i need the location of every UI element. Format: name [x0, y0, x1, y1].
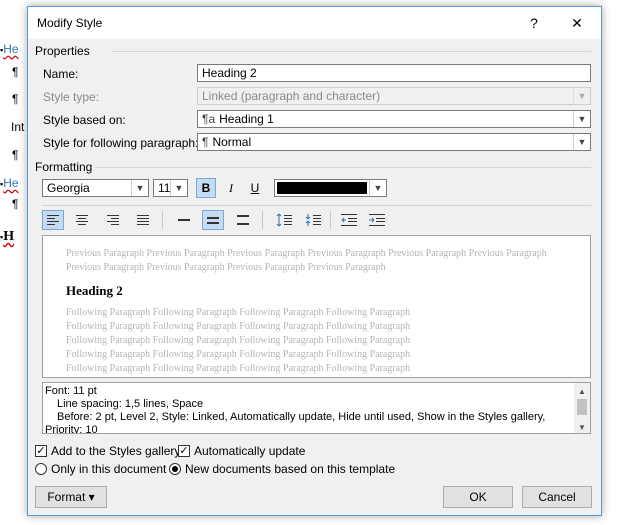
close-button[interactable]: ✕	[557, 7, 597, 39]
align-right-icon[interactable]	[102, 210, 124, 230]
decrease-spacing-icon[interactable]	[302, 210, 324, 230]
justify-icon[interactable]	[132, 210, 154, 230]
following-paragraph-label: Style for following paragraph:	[43, 136, 199, 150]
help-button[interactable]: ?	[514, 7, 554, 39]
style-description-text: Font: 11 pt Line spacing: 1,5 lines, Spa…	[45, 385, 546, 434]
doc-heading-line: ▪He	[0, 176, 19, 190]
dialog-title: Modify Style	[37, 16, 103, 30]
formatting-section-label: Formatting	[35, 160, 93, 174]
title-bar: Modify Style ? ✕	[28, 7, 601, 39]
chevron-down-icon[interactable]: ▼	[573, 134, 590, 150]
name-field[interactable]: Heading 2	[197, 64, 591, 82]
new-documents-radio[interactable]	[169, 463, 181, 475]
font-color-select[interactable]: ▼	[274, 179, 387, 197]
only-this-document-label: Only in this document	[51, 462, 167, 476]
checkmark-icon: ✓	[179, 445, 189, 457]
add-to-gallery-label: Add to the Styles gallery	[51, 444, 181, 458]
auto-update-label: Automatically update	[194, 444, 306, 458]
chevron-down-icon[interactable]: ▼	[170, 180, 187, 196]
properties-section-label: Properties	[35, 44, 90, 58]
preview-following-line: Following Paragraph Following Paragraph …	[66, 307, 411, 318]
style-preview-pane: Previous Paragraph Previous Paragraph Pr…	[42, 235, 591, 378]
formatting-divider	[95, 167, 591, 168]
style-based-on-select[interactable]: ¶a Heading 1 ▼	[197, 110, 591, 128]
scroll-down-icon[interactable]: ▼	[578, 421, 586, 433]
linked-style-icon: ¶a	[202, 112, 216, 126]
align-left-icon[interactable]	[42, 210, 64, 230]
one-half-spacing-icon[interactable]	[202, 210, 224, 230]
name-label: Name:	[43, 67, 79, 81]
doc-paragraph-mark: ¶	[12, 148, 19, 162]
increase-spacing-icon[interactable]	[273, 210, 295, 230]
preview-heading: Heading 2	[66, 283, 123, 298]
chevron-down-icon: ▼	[573, 88, 590, 104]
double-spacing-icon[interactable]	[232, 210, 254, 230]
align-center-icon[interactable]	[71, 210, 93, 230]
doc-paragraph-mark: ¶	[12, 197, 19, 211]
radio-selected-dot	[172, 466, 178, 472]
toolbar-separator	[262, 211, 263, 229]
preview-following-line: Following Paragraph Following Paragraph …	[66, 349, 411, 360]
scroll-up-icon[interactable]: ▲	[578, 385, 586, 398]
toolbar-divider	[42, 205, 591, 206]
scrollbar-thumb[interactable]	[577, 399, 587, 415]
style-description-box: Font: 11 pt Line spacing: 1,5 lines, Spa…	[42, 382, 591, 434]
style-type-label: Style type:	[43, 90, 100, 104]
preview-following-line: Following Paragraph Following Paragraph …	[66, 335, 411, 346]
doc-text-line: Int	[11, 120, 25, 134]
chevron-down-icon[interactable]: ▼	[369, 180, 386, 196]
format-menu-button[interactable]: Format ▾	[35, 486, 107, 508]
add-to-gallery-checkbox[interactable]: ✓	[35, 445, 47, 457]
italic-button[interactable]: I	[221, 178, 241, 198]
increase-indent-icon[interactable]	[366, 210, 388, 230]
cancel-button[interactable]: Cancel	[522, 486, 592, 508]
style-based-on-label: Style based on:	[43, 113, 126, 127]
underline-button[interactable]: U	[245, 178, 265, 198]
style-type-select: Linked (paragraph and character) ▼	[197, 87, 591, 105]
modify-style-dialog: Modify Style ? ✕ Properties Name: Headin…	[27, 6, 602, 516]
toolbar-separator	[162, 211, 163, 229]
font-name-select[interactable]: Georgia ▼	[42, 179, 149, 197]
only-this-document-radio[interactable]	[35, 463, 47, 475]
toolbar-separator	[330, 211, 331, 229]
preview-following-paragraph: Following Paragraph Following Paragraph …	[66, 306, 536, 376]
properties-divider	[111, 51, 591, 52]
doc-paragraph-mark: ¶	[12, 65, 19, 79]
chevron-down-icon[interactable]: ▼	[131, 180, 148, 196]
doc-paragraph-mark: ¶	[12, 92, 19, 106]
checkmark-icon: ✓	[36, 445, 46, 457]
auto-update-checkbox[interactable]: ✓	[178, 445, 190, 457]
single-spacing-icon[interactable]	[173, 210, 195, 230]
ok-button[interactable]: OK	[443, 486, 513, 508]
bold-button[interactable]: B	[196, 178, 216, 198]
chevron-down-icon[interactable]: ▼	[573, 111, 590, 127]
new-documents-label: New documents based on this template	[185, 462, 396, 476]
font-color-swatch	[277, 182, 367, 194]
font-size-select[interactable]: 11 ▼	[153, 179, 188, 197]
preview-following-line: Following Paragraph Following Paragraph …	[66, 321, 411, 332]
decrease-indent-icon[interactable]	[338, 210, 360, 230]
preview-following-line: Following Paragraph Following Paragraph …	[66, 363, 411, 374]
doc-heading-line: ▪He	[0, 42, 19, 56]
preview-previous-paragraph: Previous Paragraph Previous Paragraph Pr…	[66, 248, 547, 273]
following-paragraph-select[interactable]: ¶ Normal ▼	[197, 133, 591, 151]
description-scrollbar[interactable]: ▲ ▼	[574, 383, 590, 433]
doc-heading-line: ▪H	[0, 229, 15, 244]
paragraph-style-icon: ¶	[202, 135, 209, 149]
